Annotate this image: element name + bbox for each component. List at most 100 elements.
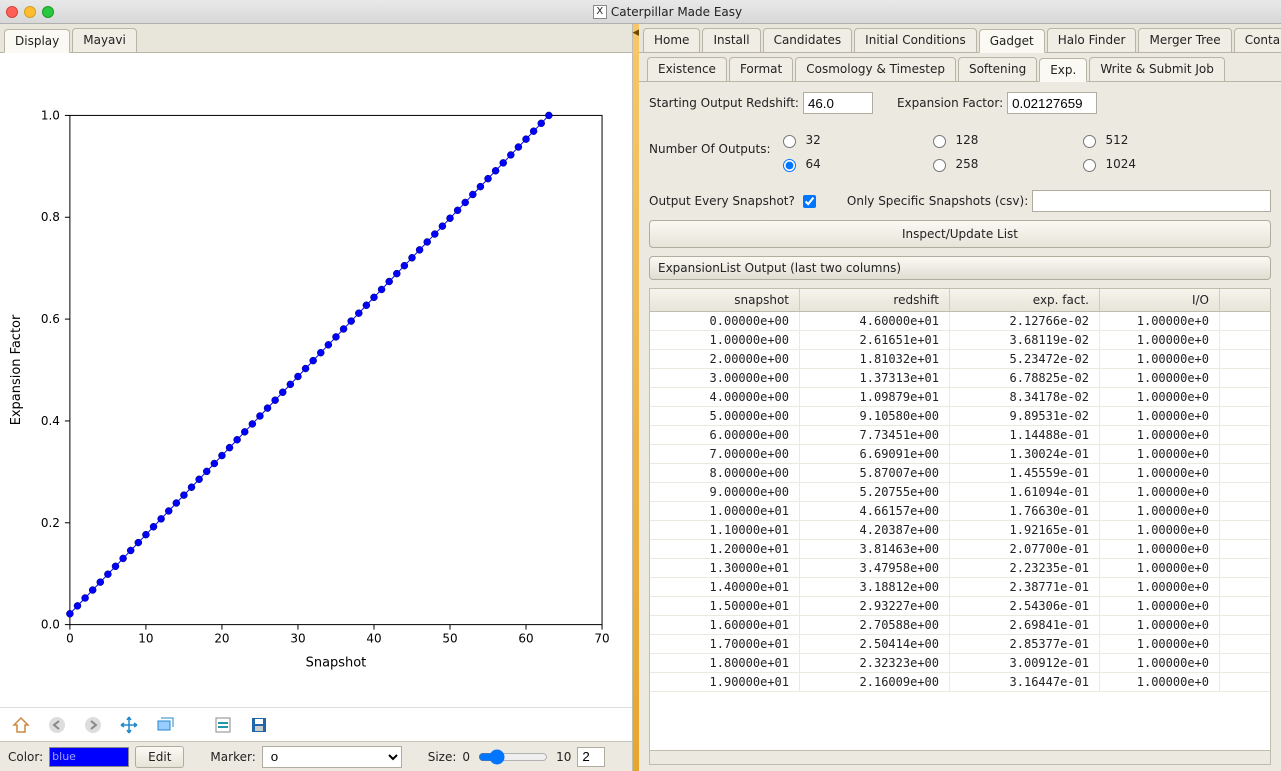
size-max: 10 bbox=[556, 750, 571, 764]
table-row[interactable]: 1.20000e+013.81463e+002.07700e-011.00000… bbox=[650, 540, 1270, 559]
every-snapshot-label: Output Every Snapshot? bbox=[649, 194, 795, 208]
num-outputs-1024[interactable]: 1024 bbox=[1078, 156, 1228, 172]
table-row[interactable]: 1.70000e+012.50414e+002.85377e-011.00000… bbox=[650, 635, 1270, 654]
num-outputs-512[interactable]: 512 bbox=[1078, 132, 1228, 148]
num-outputs-label: Number Of Outputs: bbox=[649, 128, 770, 156]
table-row[interactable]: 7.00000e+006.69091e+001.30024e-011.00000… bbox=[650, 445, 1270, 464]
maximize-window-button[interactable] bbox=[42, 6, 54, 18]
table-row[interactable]: 1.60000e+012.70588e+002.69841e-011.00000… bbox=[650, 616, 1270, 635]
svg-text:10: 10 bbox=[138, 632, 153, 646]
tab-candidates[interactable]: Candidates bbox=[763, 28, 853, 52]
pan-icon[interactable] bbox=[116, 712, 142, 738]
subtab-cosmology-timestep[interactable]: Cosmology & Timestep bbox=[795, 57, 956, 81]
table-row[interactable]: 2.00000e+001.81032e+015.23472e-021.00000… bbox=[650, 350, 1270, 369]
table-row[interactable]: 1.30000e+013.47958e+002.23235e-011.00000… bbox=[650, 559, 1270, 578]
svg-text:0.0: 0.0 bbox=[41, 618, 60, 632]
table-row[interactable]: 3.00000e+001.37313e+016.78825e-021.00000… bbox=[650, 369, 1270, 388]
subtab-existence[interactable]: Existence bbox=[647, 57, 727, 81]
forward-icon[interactable] bbox=[80, 712, 106, 738]
subtab-write-submit-job[interactable]: Write & Submit Job bbox=[1089, 57, 1225, 81]
left-tabs: DisplayMayavi bbox=[0, 24, 632, 53]
svg-text:70: 70 bbox=[594, 632, 609, 646]
size-min: 0 bbox=[462, 750, 470, 764]
save-icon[interactable] bbox=[246, 712, 272, 738]
marker-select[interactable]: o bbox=[262, 746, 402, 768]
table-row[interactable]: 9.00000e+005.20755e+001.61094e-011.00000… bbox=[650, 483, 1270, 502]
table-row[interactable]: 1.10000e+014.20387e+001.92165e-011.00000… bbox=[650, 521, 1270, 540]
expansion-chart: 0102030405060700.00.20.40.60.81.0Snapsho… bbox=[0, 53, 632, 707]
table-row[interactable]: 1.50000e+012.93227e+002.54306e-011.00000… bbox=[650, 597, 1270, 616]
table-body[interactable]: 0.00000e+004.60000e+012.12766e-021.00000… bbox=[650, 312, 1270, 750]
num-outputs-128[interactable]: 128 bbox=[928, 132, 1078, 148]
expansion-list-header: ExpansionList Output (last two columns) bbox=[649, 256, 1271, 280]
plot-style-bar: Color: blue Edit Marker: o Size: 0 10 bbox=[0, 741, 632, 771]
subtab-exp-[interactable]: Exp. bbox=[1039, 58, 1087, 82]
col-i-o[interactable]: I/O bbox=[1100, 289, 1220, 311]
svg-text:0.4: 0.4 bbox=[41, 414, 60, 428]
table-row[interactable]: 0.00000e+004.60000e+012.12766e-021.00000… bbox=[650, 312, 1270, 331]
table-row[interactable]: 1.40000e+013.18812e+002.38771e-011.00000… bbox=[650, 578, 1270, 597]
tab-display[interactable]: Display bbox=[4, 29, 70, 53]
subtab-format[interactable]: Format bbox=[729, 57, 793, 81]
expansion-table: snapshotredshiftexp. fact.I/O 0.00000e+0… bbox=[649, 288, 1271, 765]
tab-merger-tree[interactable]: Merger Tree bbox=[1138, 28, 1231, 52]
svg-text:0: 0 bbox=[66, 632, 74, 646]
plot-toolbar bbox=[0, 707, 632, 741]
tab-contam-[interactable]: Contam. bbox=[1234, 28, 1281, 52]
num-outputs-64[interactable]: 64 bbox=[778, 156, 928, 172]
tab-mayavi[interactable]: Mayavi bbox=[72, 28, 137, 52]
configure-icon[interactable] bbox=[210, 712, 236, 738]
every-snapshot-checkbox[interactable] bbox=[803, 195, 816, 208]
back-icon[interactable] bbox=[44, 712, 70, 738]
zoom-icon[interactable] bbox=[152, 712, 178, 738]
minimize-window-button[interactable] bbox=[24, 6, 36, 18]
window-titlebar: X Caterpillar Made Easy bbox=[0, 0, 1281, 24]
table-row[interactable]: 1.00000e+014.66157e+001.76630e-011.00000… bbox=[650, 502, 1270, 521]
subtab-softening[interactable]: Softening bbox=[958, 57, 1037, 81]
col-redshift[interactable]: redshift bbox=[800, 289, 950, 311]
table-row[interactable]: 4.00000e+001.09879e+018.34178e-021.00000… bbox=[650, 388, 1270, 407]
svg-text:60: 60 bbox=[518, 632, 533, 646]
table-hscroll[interactable] bbox=[650, 750, 1270, 764]
only-specific-label: Only Specific Snapshots (csv): bbox=[847, 194, 1028, 208]
svg-text:40: 40 bbox=[366, 632, 381, 646]
svg-text:0.2: 0.2 bbox=[41, 516, 60, 530]
num-outputs-group: 32128512 642581024 bbox=[778, 128, 1228, 176]
num-outputs-258[interactable]: 258 bbox=[928, 156, 1078, 172]
svg-text:20: 20 bbox=[214, 632, 229, 646]
tab-halo-finder[interactable]: Halo Finder bbox=[1047, 28, 1137, 52]
tab-gadget[interactable]: Gadget bbox=[979, 29, 1045, 53]
sub-tabs: ExistenceFormatCosmology & TimestepSofte… bbox=[639, 53, 1281, 82]
table-row[interactable]: 1.00000e+002.61651e+013.68119e-021.00000… bbox=[650, 331, 1270, 350]
marker-label: Marker: bbox=[210, 750, 255, 764]
expansion-factor-input[interactable] bbox=[1007, 92, 1097, 114]
table-row[interactable]: 6.00000e+007.73451e+001.14488e-011.00000… bbox=[650, 426, 1270, 445]
x11-icon: X bbox=[593, 5, 607, 19]
svg-text:30: 30 bbox=[290, 632, 305, 646]
size-slider[interactable] bbox=[478, 749, 548, 765]
table-row[interactable]: 1.90000e+012.16009e+003.16447e-011.00000… bbox=[650, 673, 1270, 692]
edit-color-button[interactable]: Edit bbox=[135, 746, 184, 768]
tab-initial-conditions[interactable]: Initial Conditions bbox=[854, 28, 977, 52]
home-icon[interactable] bbox=[8, 712, 34, 738]
size-label: Size: bbox=[428, 750, 457, 764]
svg-text:0.8: 0.8 bbox=[41, 210, 60, 224]
col-snapshot[interactable]: snapshot bbox=[650, 289, 800, 311]
table-row[interactable]: 1.80000e+012.32323e+003.00912e-011.00000… bbox=[650, 654, 1270, 673]
tab-install[interactable]: Install bbox=[702, 28, 760, 52]
col-exp-fact-[interactable]: exp. fact. bbox=[950, 289, 1100, 311]
window-title: Caterpillar Made Easy bbox=[611, 5, 742, 19]
svg-text:Expansion Factor: Expansion Factor bbox=[9, 314, 24, 425]
only-specific-input[interactable] bbox=[1032, 190, 1271, 212]
inspect-update-button[interactable]: Inspect/Update List bbox=[649, 220, 1271, 248]
tab-home[interactable]: Home bbox=[643, 28, 700, 52]
num-outputs-32[interactable]: 32 bbox=[778, 132, 928, 148]
table-row[interactable]: 8.00000e+005.87007e+001.45559e-011.00000… bbox=[650, 464, 1270, 483]
right-tabs: HomeInstallCandidatesInitial ConditionsG… bbox=[639, 24, 1281, 53]
close-window-button[interactable] bbox=[6, 6, 18, 18]
size-input[interactable] bbox=[577, 747, 605, 767]
color-swatch[interactable]: blue bbox=[49, 747, 129, 767]
starting-redshift-input[interactable] bbox=[803, 92, 873, 114]
starting-redshift-label: Starting Output Redshift: bbox=[649, 96, 799, 110]
table-row[interactable]: 5.00000e+009.10580e+009.89531e-021.00000… bbox=[650, 407, 1270, 426]
